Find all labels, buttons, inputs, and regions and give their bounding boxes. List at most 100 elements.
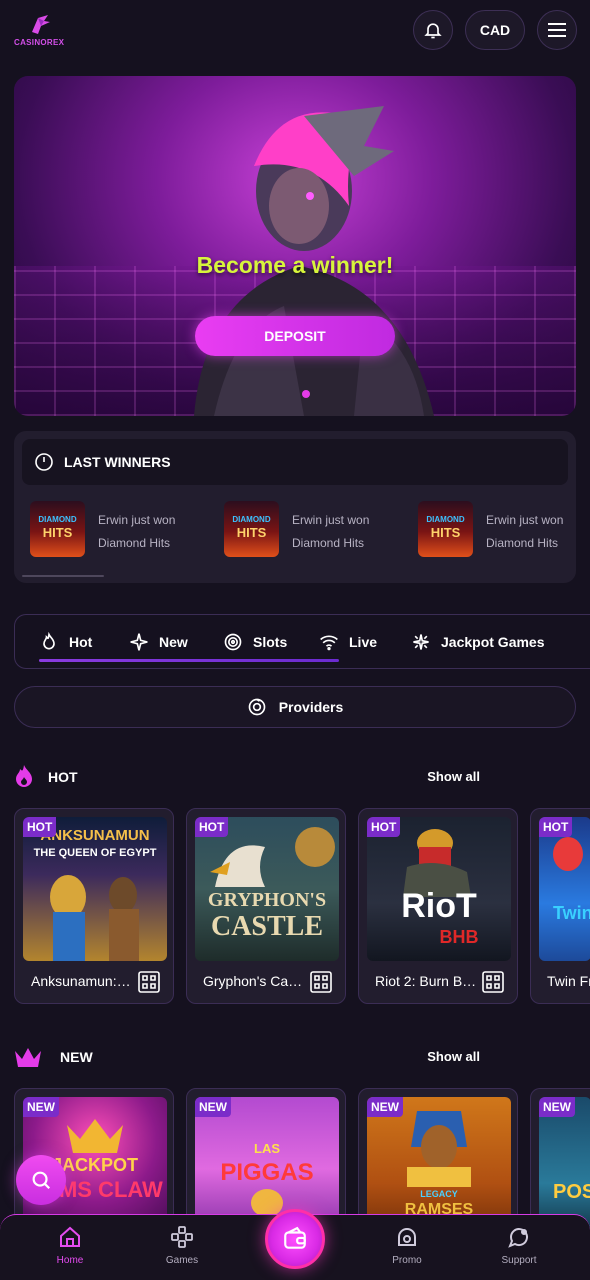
category-tabs: Hot New Slots Live Jackpot Games [14, 614, 590, 669]
nav-support[interactable]: Support [479, 1225, 559, 1266]
game-thumbnail: GRYPHON'S CASTLE HOT [195, 817, 339, 961]
gamepad-icon [171, 1226, 193, 1248]
tab-label: New [159, 634, 188, 650]
hot-section-title: HOT [48, 769, 78, 785]
winner-game: Diamond Hits [486, 536, 559, 550]
tab-active-indicator [39, 659, 339, 662]
wallet-button[interactable] [265, 1209, 325, 1269]
tab-new[interactable]: New [129, 631, 188, 653]
nav-support-label: Support [501, 1255, 537, 1266]
currency-button[interactable]: CAD [465, 10, 525, 50]
game-art-fruit [553, 837, 583, 871]
hot-section-header: HOT Show all [14, 761, 576, 791]
sparkle-icon [130, 633, 148, 651]
home-icon [60, 1226, 80, 1247]
flame-icon [16, 765, 32, 787]
nav-promo[interactable]: Promo [367, 1225, 447, 1266]
nav-games-label: Games [165, 1255, 199, 1266]
bell-icon [424, 23, 442, 39]
game-thumbnail: RioT ВНВ HOT [367, 817, 511, 961]
nav-home-label: Home [56, 1255, 84, 1266]
winner-item[interactable]: DIAMOND HITS Erwin just won Diamond Hits [418, 501, 590, 559]
art-title: LAS [254, 1141, 280, 1156]
winner-name: Erwin just won [292, 513, 370, 527]
game-art-crown [67, 1119, 123, 1153]
winner-game-thumbnail: DIAMOND HITS [224, 501, 279, 557]
tab-jackpot-games[interactable]: Jackpot Games [411, 631, 545, 653]
logo-text: CASINOREX [14, 38, 65, 47]
hot-show-all-link[interactable]: Show all [427, 769, 480, 784]
promo-banner[interactable]: Become a winner! DEPOSIT [14, 76, 576, 416]
art-title: POS [553, 1181, 590, 1203]
game-name: Riot 2: Burn Baby Burn [375, 973, 477, 989]
tab-label: Slots [253, 634, 288, 650]
bottom-navigation: Home Games Promo Support [0, 1209, 590, 1280]
thumbnail-title-top: DIAMOND [38, 515, 77, 524]
thumbnail-title-bottom: HITS [42, 525, 73, 540]
providers-button[interactable]: Providers [14, 686, 576, 728]
thumbnail-title-top: DIAMOND [232, 515, 271, 524]
art-title: LEGACY [420, 1189, 458, 1199]
game-card[interactable]: RioT ВНВ HOT Riot 2: Burn Baby Burn [358, 808, 518, 1004]
art-title: Twin [553, 903, 590, 923]
tab-label: Jackpot Games [441, 634, 545, 650]
game-card[interactable]: Twin HOT Twin Fruits [530, 808, 590, 1004]
winner-game-thumbnail: DIAMOND HITS [30, 501, 85, 557]
banner-title: Become a winner! [196, 252, 394, 278]
hamburger-icon [548, 23, 566, 37]
game-card[interactable]: ANKSUNAMUN THE QUEEN OF EGYPT HOT Anksun… [14, 808, 174, 1004]
nav-home[interactable]: Home [30, 1225, 110, 1266]
game-art-figures [50, 875, 139, 961]
menu-button[interactable] [537, 10, 577, 50]
new-section-title: NEW [60, 1049, 93, 1065]
last-winners-title: LAST WINNERS [64, 454, 171, 470]
game-thumbnail: ANKSUNAMUN THE QUEEN OF EGYPT HOT [23, 817, 167, 961]
new-show-all-link[interactable]: Show all [427, 1049, 480, 1064]
casinorex-logo[interactable]: CASINOREX [14, 12, 66, 48]
hot-badge: HOT [539, 817, 573, 837]
game-card[interactable]: GRYPHON'S CASTLE HOT Gryphon's Castle [186, 808, 346, 1004]
notifications-button[interactable] [413, 10, 453, 50]
provider-logo-icon [138, 971, 160, 993]
rex-logo-icon [32, 15, 50, 34]
deposit-button[interactable]: DEPOSIT [195, 316, 395, 356]
stopwatch-icon [35, 453, 53, 471]
winner-game: Diamond Hits [98, 536, 171, 550]
spiral-icon [224, 633, 242, 651]
tab-label: Hot [69, 634, 93, 650]
crown-icon [15, 1048, 41, 1067]
tab-slots[interactable]: Slots [223, 631, 287, 653]
hot-badge: HOT [195, 817, 229, 837]
winners-scrollbar[interactable] [22, 575, 104, 577]
new-badge: NEW [539, 1097, 575, 1117]
art-title: RioT [401, 887, 477, 925]
thumbnail-title-top: DIAMOND [426, 515, 465, 524]
winner-name: Erwin just won [486, 513, 564, 527]
star-burst-icon [413, 634, 429, 650]
new-badge: NEW [367, 1097, 403, 1117]
tab-label: Live [349, 634, 378, 650]
banner-pagination-dot[interactable] [302, 390, 310, 398]
winner-name: Erwin just won [98, 513, 176, 527]
thumbnail-title-bottom: HITS [430, 525, 461, 540]
providers-icon [248, 698, 266, 716]
hot-badge: HOT [23, 817, 57, 837]
providers-label: Providers [278, 699, 344, 715]
tab-hot[interactable]: Hot [39, 631, 92, 653]
winner-item[interactable]: DIAMOND HITS Erwin just won Diamond Hits [224, 501, 414, 559]
game-thumbnail: Twin HOT [539, 817, 590, 961]
thumbnail-title-bottom: HITS [236, 525, 267, 540]
art-subtitle: PIGGAS [220, 1159, 314, 1186]
winner-game: Diamond Hits [292, 536, 365, 550]
tab-live[interactable]: Live [319, 631, 377, 653]
top-header: CASINOREX CAD [0, 0, 590, 60]
search-fab-button[interactable] [16, 1155, 66, 1205]
art-subtitle: CASTLE [210, 911, 324, 942]
art-subtitle: ВНВ [439, 927, 479, 947]
wallet-icon [284, 1226, 306, 1249]
last-winners-header: LAST WINNERS [22, 439, 568, 485]
winner-item[interactable]: DIAMOND HITS Erwin just won Diamond Hits [30, 501, 220, 559]
nav-games[interactable]: Games [142, 1225, 222, 1266]
nav-promo-label: Promo [392, 1255, 422, 1266]
game-name: Gryphon's Castle [203, 973, 305, 989]
